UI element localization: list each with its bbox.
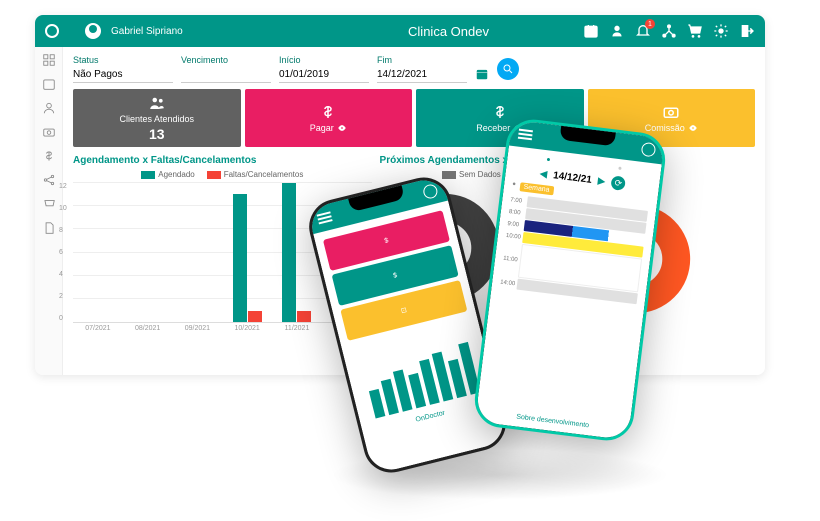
dollar-icon [491,103,509,121]
fim-label: Fim [377,55,467,65]
org-icon[interactable] [661,23,677,39]
inicio-input[interactable] [279,67,369,83]
file-icon[interactable] [42,221,56,235]
people-icon [148,94,166,112]
refresh-icon[interactable]: ⟳ [611,175,627,191]
dollar-icon [319,103,337,121]
dollar-icon[interactable] [42,149,56,163]
x-label: 07/2021 [77,325,119,332]
logout-icon[interactable] [739,23,755,39]
user-side-icon[interactable] [42,101,56,115]
legend-faltas-icon [207,171,221,179]
app-title: Clinica Ondev [314,24,583,39]
p2-date: 14/12/21 [553,170,593,186]
notification-badge: 1 [645,19,655,29]
search-icon [502,63,514,75]
avatar-icon[interactable] [422,183,439,200]
users-icon[interactable] [609,23,625,39]
legend-semdados: Sem Dados [459,170,501,179]
cart-side-icon[interactable] [42,197,56,211]
menu-icon[interactable] [518,129,533,141]
filter-bar: Status Vencimento Início Fim [73,55,755,83]
card-clientes-title: Clientes Atendidos [119,114,194,124]
bell-icon[interactable]: 1 [635,23,651,39]
p2-schedule: 7:00 8:00 9:00 10:00 11:00 14:00 [500,194,648,304]
card-receber-title: Receber [476,123,510,133]
legend-agendado-icon [141,171,155,179]
status-label: Status [73,55,173,65]
prev-date-button[interactable]: ◀ [539,168,548,180]
eye-icon [688,123,698,133]
menu-icon[interactable] [317,211,333,224]
card-clientes-value: 13 [149,126,165,142]
p2-tag[interactable]: Semana [519,182,554,195]
card-pagar[interactable]: Pagar [245,89,413,147]
card-clientes[interactable]: Clientes Atendidos 13 [73,89,241,147]
status-select[interactable] [73,67,173,83]
date-picker-icon[interactable] [475,67,489,81]
x-label: 11/2021 [276,325,318,332]
legend-faltas: Faltas/Cancelamentos [224,170,304,179]
camera-icon[interactable] [42,125,56,139]
x-label: 10/2021 [226,325,268,332]
x-label: 08/2021 [127,325,169,332]
legend-semdados-icon [442,171,456,179]
avatar-icon[interactable] [85,23,101,39]
search-button[interactable] [497,58,519,80]
legend-agendado: Agendado [158,170,194,179]
eye-icon [337,123,347,133]
username: Gabriel Sipriano [111,26,183,37]
chart-left-title: Agendamento x Faltas/Cancelamentos [73,155,372,166]
logo-icon [45,24,59,38]
gear-icon[interactable] [713,23,729,39]
dashboard-icon[interactable] [42,53,56,67]
cart-icon[interactable] [687,23,703,39]
calendar-icon[interactable] [583,23,599,39]
card-pagar-title: Pagar [310,123,334,133]
share-icon[interactable] [42,173,56,187]
x-label: 09/2021 [177,325,219,332]
inicio-label: Início [279,55,369,65]
app-header: Gabriel Sipriano Clinica Ondev 1 [35,15,765,47]
next-date-button[interactable]: ▶ [597,175,606,187]
calendar-side-icon[interactable] [42,77,56,91]
camera-icon [662,103,680,121]
fim-input[interactable] [377,67,467,83]
vencimento-input[interactable] [181,67,271,83]
vencimento-label: Vencimento [181,55,271,65]
card-comissao-title: Comissão [645,123,685,133]
avatar-icon[interactable] [641,142,657,158]
